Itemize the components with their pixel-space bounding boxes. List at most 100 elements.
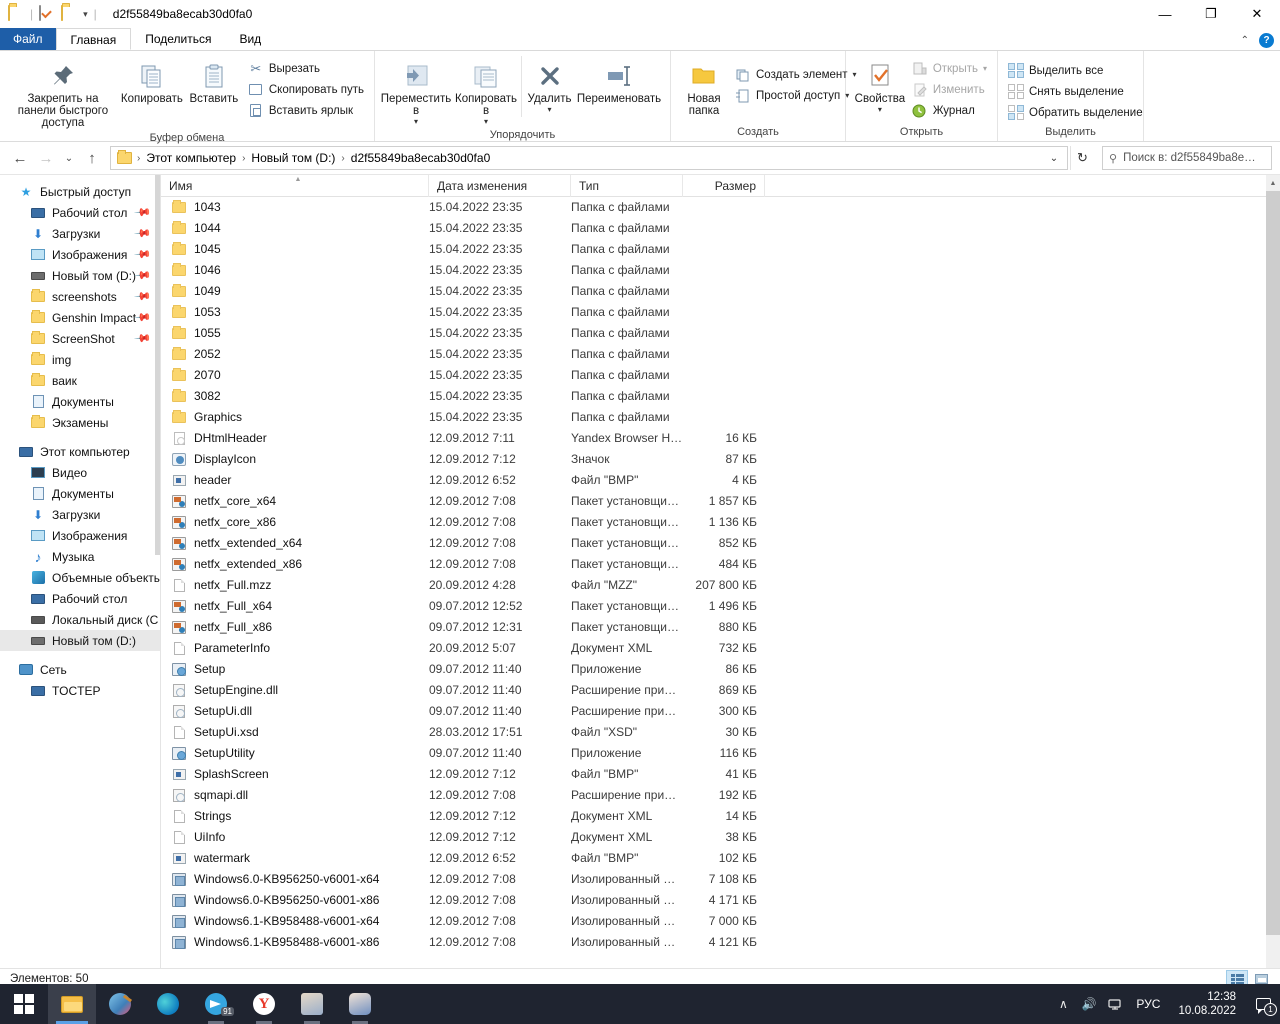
sidebar-header-network[interactable]: Сеть: [0, 659, 160, 680]
table-row[interactable]: netfx_Full.mzz 20.09.2012 4:28 Файл "MZZ" 2…: [161, 575, 1280, 596]
taskbar-game-2[interactable]: [336, 984, 384, 1024]
table-row[interactable]: netfx_extended_x64 12.09.2012 7:08 Пакет у…: [161, 533, 1280, 554]
refresh-button[interactable]: ↻: [1070, 146, 1094, 170]
show-hidden-icons-button[interactable]: ∧: [1050, 984, 1076, 1024]
table-row[interactable]: SetupUtility 09.07.2012 11:40 Приложение 11…: [161, 743, 1280, 764]
breadcrumb-item-1[interactable]: Новый том (D:): [247, 151, 339, 165]
taskbar-paint[interactable]: [96, 984, 144, 1024]
edit-button[interactable]: Изменить: [908, 79, 991, 100]
back-button[interactable]: ←: [8, 146, 32, 170]
breadcrumb-item-0[interactable]: Этот компьютер: [142, 151, 240, 165]
taskbar-telegram[interactable]: 91: [192, 984, 240, 1024]
table-row[interactable]: Windows6.0-KB956250-v6001-x64 12.09.2012 …: [161, 869, 1280, 890]
paste-button[interactable]: Вставить: [184, 56, 244, 108]
new-item-button[interactable]: Создать элемент ▾: [731, 64, 861, 85]
sidebar-item-downloads[interactable]: ⬇ Загрузки 📌: [0, 223, 160, 244]
column-header-date[interactable]: Дата изменения: [429, 175, 571, 197]
taskbar-game-1[interactable]: [288, 984, 336, 1024]
move-to-caret[interactable]: ▾: [414, 117, 418, 126]
recent-locations-button[interactable]: ⌄: [60, 146, 78, 170]
table-row[interactable]: netfx_core_x86 12.09.2012 7:08 Пакет устан…: [161, 512, 1280, 533]
column-header-size[interactable]: Размер: [683, 175, 765, 197]
rename-button[interactable]: Переименовать: [577, 56, 661, 108]
table-row[interactable]: netfx_Full_x64 09.07.2012 12:52 Пакет уста…: [161, 596, 1280, 617]
open-button[interactable]: Открыть ▾: [908, 58, 991, 79]
table-row[interactable]: sqmapi.dll 12.09.2012 7:08 Расширение при……: [161, 785, 1280, 806]
close-button[interactable]: ✕: [1234, 0, 1280, 28]
copy-to-button[interactable]: Копировать в ▾: [451, 56, 521, 129]
table-row[interactable]: UiInfo 12.09.2012 7:12 Документ XML 38 КБ: [161, 827, 1280, 848]
sidebar-item-downloads-pc[interactable]: ⬇ Загрузки: [0, 504, 160, 525]
address-bar[interactable]: › Этот компьютер › Новый том (D:) › d2f5…: [110, 146, 1068, 170]
delete-caret[interactable]: ▾: [547, 105, 551, 114]
new-folder-button[interactable]: Новая папка: [677, 56, 731, 120]
sidebar-item-new-volume-d-quick[interactable]: Новый том (D:) 📌: [0, 265, 160, 286]
pin-icon[interactable]: 📌: [134, 287, 153, 306]
table-row[interactable]: SplashScreen 12.09.2012 7:12 Файл "BMP" 41 …: [161, 764, 1280, 785]
minimize-button[interactable]: —: [1142, 0, 1188, 28]
table-row[interactable]: Windows6.0-KB956250-v6001-x86 12.09.2012 …: [161, 890, 1280, 911]
forward-button[interactable]: →: [34, 146, 58, 170]
taskbar-edge[interactable]: [144, 984, 192, 1024]
table-row[interactable]: Graphics 15.04.2022 23:35 Папка с файлами: [161, 407, 1280, 428]
pin-icon[interactable]: 📌: [134, 308, 153, 327]
sidebar-item-genshin-impact[interactable]: Genshin Impact 📌: [0, 307, 160, 328]
network-icon[interactable]: [1102, 984, 1128, 1024]
table-row[interactable]: Setup 09.07.2012 11:40 Приложение 86 КБ: [161, 659, 1280, 680]
collapse-ribbon-icon[interactable]: ⌃: [1241, 35, 1249, 46]
table-row[interactable]: netfx_core_x64 12.09.2012 7:08 Пакет устан…: [161, 491, 1280, 512]
table-row[interactable]: Strings 12.09.2012 7:12 Документ XML 14 КБ: [161, 806, 1280, 827]
move-to-button[interactable]: Переместить в ▾: [381, 56, 451, 129]
clock[interactable]: 12:38 10.08.2022: [1168, 990, 1246, 1018]
table-row[interactable]: DHtmlHeader 12.09.2012 7:11 Yandex Browser…: [161, 428, 1280, 449]
table-row[interactable]: 2070 15.04.2022 23:35 Папка с файлами: [161, 365, 1280, 386]
history-button[interactable]: Журнал: [908, 100, 991, 121]
table-row[interactable]: netfx_extended_x86 12.09.2012 7:08 Пакет у…: [161, 554, 1280, 575]
delete-button[interactable]: Удалить ▾: [521, 56, 577, 117]
table-row[interactable]: 1045 15.04.2022 23:35 Папка с файлами: [161, 239, 1280, 260]
pin-to-quick-access-button[interactable]: Закрепить на панели быстрого доступа: [6, 56, 120, 132]
sidebar-item-screenshots[interactable]: screenshots 📌: [0, 286, 160, 307]
table-row[interactable]: 1043 15.04.2022 23:35 Папка с файлами: [161, 197, 1280, 218]
search-input[interactable]: Поиск в: d2f55849ba8e…: [1123, 152, 1256, 164]
properties-caret[interactable]: ▾: [878, 105, 882, 114]
easy-access-button[interactable]: Простой доступ ▾: [731, 85, 861, 106]
sidebar-item-3d-objects[interactable]: Объемные объекты: [0, 567, 160, 588]
help-icon[interactable]: ?: [1259, 33, 1274, 48]
pin-icon[interactable]: 📌: [134, 266, 153, 285]
action-center-button[interactable]: 1: [1246, 984, 1280, 1024]
sidebar-item-pictures[interactable]: Изображения 📌: [0, 244, 160, 265]
sidebar-item-videos[interactable]: Видео: [0, 462, 160, 483]
pin-icon[interactable]: 📌: [134, 203, 153, 222]
select-none-button[interactable]: Снять выделение: [1004, 81, 1147, 102]
copy-button[interactable]: Копировать: [120, 56, 184, 108]
sidebar-item-vaik[interactable]: ваик: [0, 370, 160, 391]
table-row[interactable]: Windows6.1-KB958488-v6001-x64 12.09.2012 …: [161, 911, 1280, 932]
column-header-type[interactable]: Тип: [571, 175, 683, 197]
scroll-up-button[interactable]: ▲: [1266, 175, 1280, 191]
sidebar-item-documents-quick[interactable]: Документы: [0, 391, 160, 412]
tab-view[interactable]: Вид: [225, 28, 275, 50]
copy-path-button[interactable]: Скопировать путь: [244, 79, 368, 100]
breadcrumb-item-2[interactable]: d2f55849ba8ecab30d0fa0: [347, 151, 494, 165]
table-row[interactable]: 1055 15.04.2022 23:35 Папка с файлами: [161, 323, 1280, 344]
table-row[interactable]: 1046 15.04.2022 23:35 Папка с файлами: [161, 260, 1280, 281]
pin-icon[interactable]: 📌: [134, 329, 153, 348]
table-row[interactable]: 1053 15.04.2022 23:35 Папка с файлами: [161, 302, 1280, 323]
language-indicator[interactable]: РУС: [1128, 997, 1168, 1011]
table-row[interactable]: SetupUi.dll 09.07.2012 11:40 Расширение пр…: [161, 701, 1280, 722]
sidebar-header-quick-access[interactable]: ★ Быстрый доступ: [0, 181, 160, 202]
table-row[interactable]: 3082 15.04.2022 23:35 Папка с файлами: [161, 386, 1280, 407]
tab-share[interactable]: Поделиться: [131, 28, 225, 50]
copy-to-caret[interactable]: ▾: [484, 117, 488, 126]
volume-icon[interactable]: 🔊: [1076, 984, 1102, 1024]
address-dropdown-button[interactable]: ⌄: [1043, 147, 1065, 169]
invert-selection-button[interactable]: Обратить выделение: [1004, 102, 1147, 123]
file-list-scroll-thumb[interactable]: [1266, 191, 1280, 935]
sidebar-item-screenshot[interactable]: ScreenShot 📌: [0, 328, 160, 349]
sidebar-item-music[interactable]: ♪ Музыка: [0, 546, 160, 567]
customize-quick-access-caret[interactable]: ▾: [83, 9, 88, 20]
cut-button[interactable]: ✂ Вырезать: [244, 58, 368, 79]
taskbar-file-explorer[interactable]: [48, 984, 96, 1024]
table-row[interactable]: Windows6.1-KB958488-v6001-x86 12.09.2012 …: [161, 932, 1280, 953]
